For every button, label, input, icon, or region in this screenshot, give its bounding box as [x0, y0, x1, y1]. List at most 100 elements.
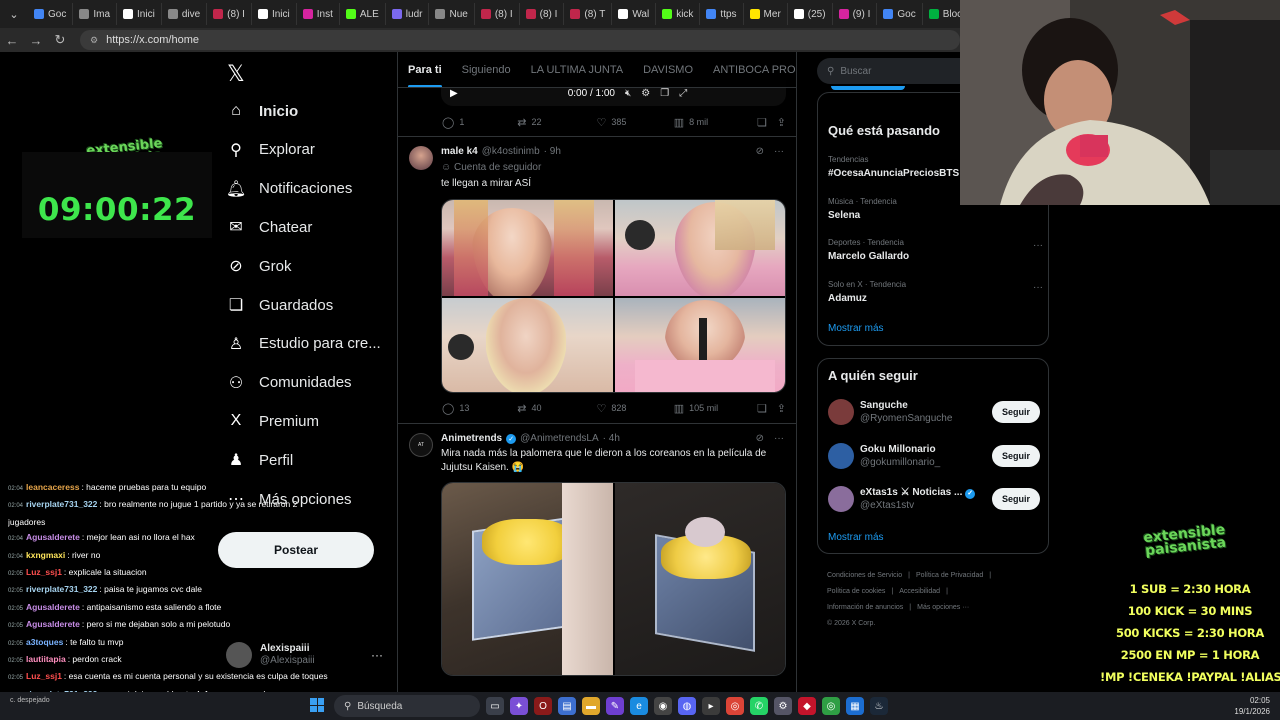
- browser-tab[interactable]: Inici: [117, 3, 162, 25]
- footer-link[interactable]: Política de Privacidad: [916, 572, 983, 579]
- trends-show-more[interactable]: Mostrar más: [828, 323, 884, 334]
- nav-item-estudio[interactable]: ♙ Estudio para cre...: [227, 331, 381, 357]
- nav-item-comunidades[interactable]: ⚇ Comunidades: [227, 370, 352, 396]
- browser-tab[interactable]: Goc: [28, 3, 74, 25]
- browser-tab[interactable]: (9) I: [833, 3, 878, 25]
- settings-icon[interactable]: ⚙: [641, 88, 650, 99]
- nav-item-perfil[interactable]: ♟ Perfil: [227, 447, 293, 473]
- timeline-tab[interactable]: DAVISMO: [633, 52, 703, 87]
- trend-item[interactable]: Solo en X · Tendencia Adamuz ···: [828, 280, 1043, 304]
- weather-widget[interactable]: c. despejado: [10, 696, 50, 705]
- pip-icon[interactable]: ❐: [660, 88, 669, 99]
- browser-tab[interactable]: (8) I: [475, 3, 520, 25]
- browser-tab[interactable]: dive: [162, 3, 208, 25]
- timeline-tab[interactable]: LA ULTIMA JUNTA: [521, 52, 634, 87]
- nav-item-inicio[interactable]: ⌂ Inicio: [227, 98, 298, 124]
- browser-tab[interactable]: kick: [656, 3, 701, 25]
- more-icon[interactable]: ···: [1033, 282, 1043, 293]
- browser-tab[interactable]: (8) I: [520, 3, 565, 25]
- browser-tab[interactable]: (8) I: [207, 3, 252, 25]
- store-icon[interactable]: ▤: [558, 697, 576, 715]
- avatar[interactable]: [409, 146, 433, 170]
- bookmark-icon[interactable]: ❏: [757, 402, 777, 415]
- author-name[interactable]: male k4: [441, 146, 478, 157]
- whatsapp-icon[interactable]: ✆: [750, 697, 768, 715]
- account-more-icon[interactable]: ···: [371, 648, 383, 662]
- follow-suggestion[interactable]: Sanguche @RyomenSanguche Seguir: [828, 397, 1040, 427]
- tweet-photo[interactable]: [442, 483, 613, 675]
- more-icon[interactable]: ···: [1033, 240, 1043, 251]
- taskbar-clock[interactable]: 02:05 19/1/2026: [1234, 695, 1270, 717]
- reply-button[interactable]: ◯ 1: [442, 116, 517, 129]
- nav-item-grok[interactable]: ⊘ Grok: [227, 253, 291, 279]
- like-button[interactable]: ♡ 385: [597, 116, 674, 129]
- app-icon[interactable]: ◆: [798, 697, 816, 715]
- nav-item-más[interactable]: ⋯ Más opciones: [227, 486, 352, 512]
- author-name[interactable]: Animetrends: [441, 433, 502, 444]
- timeline-tab[interactable]: Para ti: [398, 52, 452, 87]
- author-handle[interactable]: @k4ostinimb: [482, 146, 540, 157]
- tweet-photo[interactable]: [442, 200, 613, 296]
- footer-link[interactable]: Accesibilidad: [899, 588, 940, 595]
- footer-link[interactable]: Información de anuncios: [827, 604, 903, 611]
- task-view-icon[interactable]: ▭: [486, 697, 504, 715]
- bookmark-icon[interactable]: ❏: [757, 116, 777, 129]
- browser-tab[interactable]: (25): [788, 3, 833, 25]
- nav-item-notificaciones[interactable]: 🔔︎ Notificaciones: [226, 176, 353, 202]
- footer-link[interactable]: Política de cookies: [827, 588, 885, 595]
- start-menu-icon[interactable]: [310, 698, 324, 712]
- taskbar-search[interactable]: ⚲ Búsqueda: [334, 695, 480, 717]
- browser-tab[interactable]: Nue: [429, 3, 475, 25]
- browser-tab[interactable]: ALE: [340, 3, 386, 25]
- site-info-icon[interactable]: ⚙: [90, 35, 98, 46]
- follow-suggestion[interactable]: eXtas1s ⚔ Noticias ... ✓ @eXtas1stv Seguir: [828, 484, 1040, 514]
- tweet-photo[interactable]: [614, 483, 785, 675]
- subscribe-button-edge[interactable]: [831, 86, 905, 90]
- browser-tab[interactable]: Inici: [252, 3, 297, 25]
- author-handle[interactable]: @AnimetrendsLA: [520, 433, 599, 444]
- reply-button[interactable]: ◯ 13: [442, 402, 517, 415]
- avatar[interactable]: AT: [409, 433, 433, 457]
- browser-tab[interactable]: (8) T: [564, 3, 613, 25]
- repost-button[interactable]: ⇄ 22: [517, 116, 596, 129]
- forward-arrow-icon[interactable]: →: [24, 33, 48, 48]
- like-button[interactable]: ♡ 828: [597, 402, 674, 415]
- nav-item-premium[interactable]: X Premium: [227, 408, 319, 434]
- app-icon[interactable]: ▦: [846, 697, 864, 715]
- browser-tab[interactable]: Ima: [73, 3, 118, 25]
- folder-icon[interactable]: ▬: [582, 697, 600, 715]
- footer-link[interactable]: Más opciones ···: [917, 604, 969, 611]
- tweet-age[interactable]: · 4h: [603, 433, 620, 444]
- views-button[interactable]: ▥ 105 mil: [674, 402, 757, 415]
- more-icon[interactable]: ···: [774, 146, 784, 157]
- tweet-photo[interactable]: [614, 200, 785, 296]
- opera-icon[interactable]: O: [534, 697, 552, 715]
- browser-tab[interactable]: ludr: [386, 3, 430, 25]
- steam-icon[interactable]: ♨: [870, 697, 888, 715]
- nav-item-chatear[interactable]: ✉ Chatear: [227, 214, 312, 240]
- copilot-icon[interactable]: ✦: [510, 697, 528, 715]
- nav-item-guardados[interactable]: ❏ Guardados: [227, 292, 333, 318]
- browser-tab[interactable]: Wal: [612, 3, 657, 25]
- follow-button[interactable]: Seguir: [991, 444, 1040, 467]
- post-button[interactable]: Postear: [218, 532, 374, 568]
- grok-icon[interactable]: ⊘: [756, 146, 764, 157]
- avatar[interactable]: [828, 486, 854, 512]
- share-icon[interactable]: ⇪: [777, 402, 786, 415]
- follow-button[interactable]: Seguir: [991, 488, 1040, 510]
- pen-icon[interactable]: ✎: [606, 697, 624, 715]
- tab-list-chevron-icon[interactable]: ⌄: [0, 0, 28, 28]
- avatar[interactable]: [828, 399, 854, 425]
- settings-icon[interactable]: ⚙: [774, 697, 792, 715]
- browser-tab[interactable]: Goc: [877, 3, 923, 25]
- follow-show-more[interactable]: Mostrar más: [828, 532, 884, 543]
- obs-icon[interactable]: ◉: [654, 697, 672, 715]
- views-button[interactable]: ▥ 8 mil: [674, 116, 757, 129]
- timeline-tab[interactable]: Siguiendo: [452, 52, 521, 87]
- chrome-profile-icon[interactable]: ◎: [822, 697, 840, 715]
- more-icon[interactable]: ···: [774, 433, 784, 444]
- footer-link[interactable]: © 2026 X Corp.: [827, 620, 875, 627]
- trend-item[interactable]: Deportes · Tendencia Marcelo Gallardo ···: [828, 238, 1043, 262]
- tweet-photo[interactable]: [614, 298, 785, 392]
- tweet-photo[interactable]: [442, 298, 613, 392]
